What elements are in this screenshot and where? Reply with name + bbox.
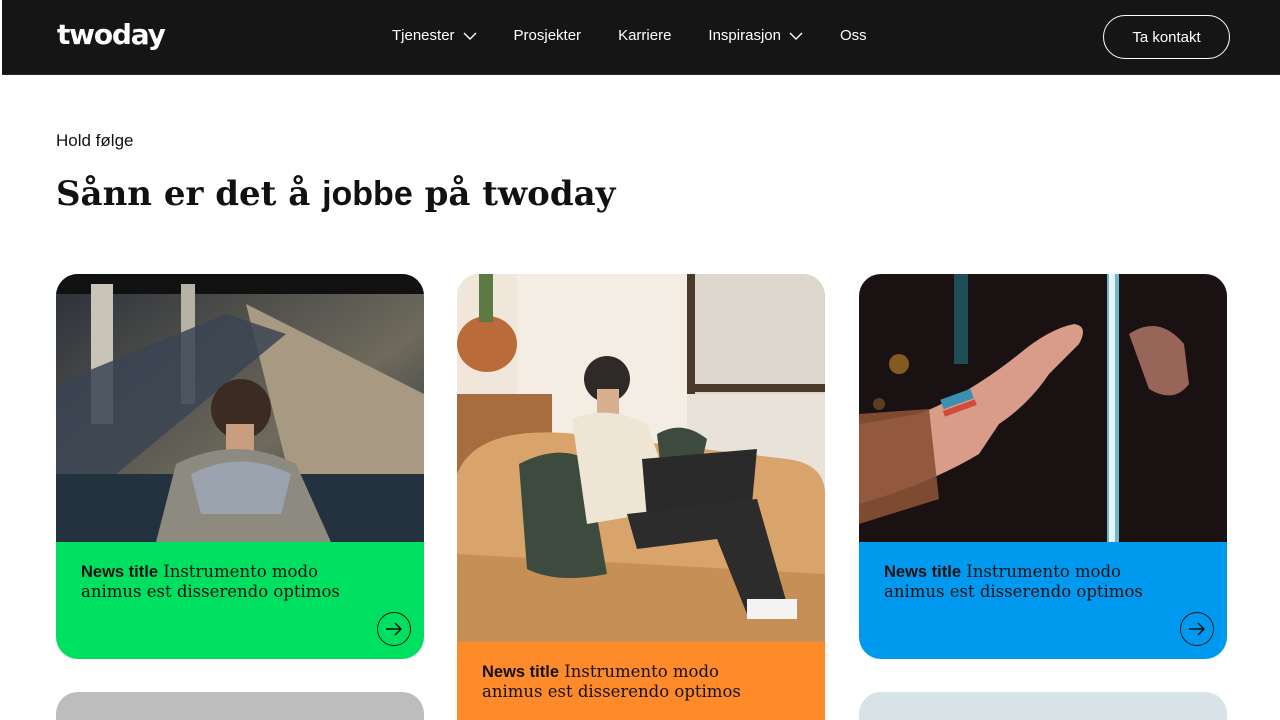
card-text: News title Instrumento modo animus est d… <box>81 562 341 602</box>
news-card[interactable]: News title Instrumento modo animus est d… <box>56 274 424 659</box>
logo[interactable]: twoday <box>57 18 166 51</box>
headline-part: på twoday <box>412 174 616 214</box>
site-header: twoday Tjenester Prosjekter Karriere Ins… <box>2 0 1280 75</box>
headline-emphasis: jobbe <box>322 175 413 213</box>
man-on-sofa-with-laptop-photo <box>457 274 825 642</box>
section-eyebrow: Hold følge <box>56 131 134 150</box>
card-title: News title <box>482 663 560 681</box>
nav-label: Oss <box>839 27 867 44</box>
card-panel: News title Instrumento modo animus est d… <box>859 542 1227 659</box>
nav-label: Karriere <box>618 27 672 44</box>
news-card-partial[interactable] <box>56 692 424 720</box>
nav-item-karriere[interactable]: Karriere <box>618 27 671 44</box>
section-headline: Sånn er det å jobbe på twoday <box>56 174 615 214</box>
arrow-right-circle-icon[interactable] <box>377 612 411 646</box>
card-text: News title Instrumento modo animus est d… <box>482 662 742 702</box>
card-panel: News title Instrumento modo animus est d… <box>56 542 424 659</box>
nav-label: Inspirasjon <box>708 27 781 44</box>
nav-label: Tjenester <box>392 27 455 44</box>
contact-button[interactable]: Ta kontakt <box>1103 15 1230 59</box>
news-card[interactable]: News title Instrumento modo animus est d… <box>457 274 825 720</box>
nav-item-prosjekter[interactable]: Prosjekter <box>514 27 582 44</box>
nav-item-tjenester[interactable]: Tjenester <box>392 27 477 44</box>
card-panel: News title Instrumento modo animus est d… <box>457 642 825 720</box>
card-title: News title <box>81 563 159 581</box>
nav-item-oss[interactable]: Oss <box>840 27 867 44</box>
news-card[interactable]: News title Instrumento modo animus est d… <box>859 274 1227 659</box>
headline-part: Sånn er det å <box>56 174 323 214</box>
main-nav: Tjenester Prosjekter Karriere Inspirasjo… <box>392 27 904 44</box>
man-on-escalator-photo <box>56 274 424 542</box>
hands-touching-reflection-photo <box>859 274 1227 542</box>
nav-label: Prosjekter <box>513 27 582 44</box>
arrow-right-circle-icon[interactable] <box>1180 612 1214 646</box>
card-title: News title <box>884 563 962 581</box>
chevron-down-icon <box>789 32 803 40</box>
news-card-partial[interactable] <box>859 692 1227 720</box>
card-text: News title Instrumento modo animus est d… <box>884 562 1144 602</box>
nav-item-inspirasjon[interactable]: Inspirasjon <box>708 27 803 44</box>
chevron-down-icon <box>463 32 477 40</box>
